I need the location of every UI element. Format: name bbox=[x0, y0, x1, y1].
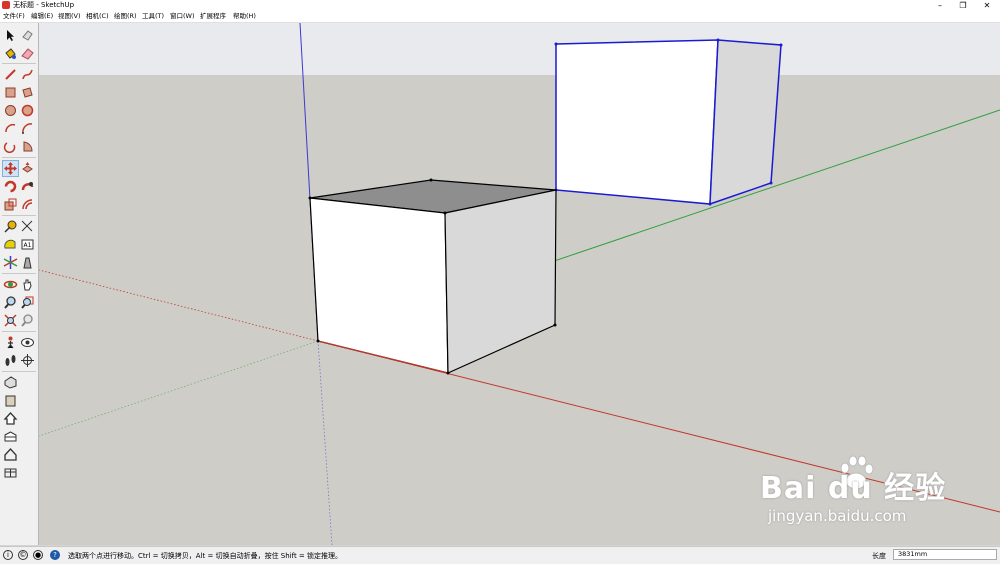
house-icon[interactable] bbox=[3, 411, 18, 426]
freehand-icon[interactable] bbox=[20, 67, 35, 82]
scale-icon[interactable] bbox=[3, 197, 18, 212]
rubber-icon[interactable] bbox=[20, 46, 35, 61]
arc-icon[interactable] bbox=[3, 121, 18, 136]
close-button[interactable]: ✕ bbox=[976, 0, 998, 11]
walk-icon[interactable] bbox=[3, 353, 18, 368]
pan-icon[interactable] bbox=[20, 277, 35, 292]
help-icon[interactable]: ? bbox=[50, 550, 60, 560]
tape-measure-icon[interactable] bbox=[3, 219, 18, 234]
axes-icon[interactable] bbox=[3, 255, 18, 270]
minimize-button[interactable]: – bbox=[929, 0, 951, 11]
menu-tools[interactable]: 工具(T) bbox=[142, 12, 164, 21]
text-icon[interactable]: A1 bbox=[20, 237, 35, 252]
zoom-window-icon[interactable] bbox=[20, 295, 35, 310]
follow-me-icon[interactable] bbox=[20, 179, 35, 194]
selected-box[interactable] bbox=[554, 38, 783, 206]
rotate-icon[interactable] bbox=[3, 179, 18, 194]
watermark-url: jingyan.baidu.com bbox=[768, 507, 907, 525]
window-title: 无标题 - SketchUp bbox=[13, 1, 75, 9]
offset-icon[interactable] bbox=[20, 197, 35, 212]
menu-extensions[interactable]: 扩展程序 bbox=[200, 12, 226, 21]
orbit-icon[interactable] bbox=[3, 277, 18, 292]
extension-icon[interactable] bbox=[3, 393, 18, 408]
two-point-arc-icon[interactable] bbox=[20, 121, 35, 136]
zoom-extents-icon[interactable] bbox=[3, 313, 18, 328]
measurement-input[interactable]: 3831mm bbox=[893, 549, 997, 560]
house-outline-icon[interactable] bbox=[3, 447, 18, 462]
share-model-icon[interactable] bbox=[3, 429, 18, 444]
look-around-icon[interactable] bbox=[20, 335, 35, 350]
section-plane-icon[interactable] bbox=[20, 353, 35, 368]
measurement-value: 3831mm bbox=[898, 550, 928, 558]
rotated-rectangle-icon[interactable] bbox=[20, 85, 35, 100]
select-icon[interactable] bbox=[3, 28, 18, 43]
rectangle-icon[interactable] bbox=[3, 85, 18, 100]
watermark-brand: Bai du 经验 bbox=[760, 471, 947, 506]
previous-view-icon[interactable] bbox=[20, 313, 35, 328]
menu-window[interactable]: 窗口(W) bbox=[170, 12, 195, 21]
menu-file[interactable]: 文件(F) bbox=[3, 12, 25, 21]
status-bar: i © ● ? 选取两个点进行移动。Ctrl = 切换拷贝，Alt = 切换自动… bbox=[0, 546, 1000, 564]
measurement-label: 长度 bbox=[872, 552, 886, 560]
menu-view[interactable]: 视图(V) bbox=[58, 12, 81, 21]
position-camera-icon[interactable] bbox=[3, 335, 18, 350]
restore-button[interactable]: ❐ bbox=[952, 0, 974, 11]
zoom-icon[interactable] bbox=[3, 295, 18, 310]
polygon-icon[interactable] bbox=[20, 103, 35, 118]
sketchup-app-icon bbox=[2, 1, 10, 9]
eraser-icon[interactable] bbox=[20, 28, 35, 43]
menu-camera[interactable]: 相机(C) bbox=[86, 12, 109, 21]
credit-icon[interactable]: © bbox=[18, 550, 28, 560]
sky bbox=[39, 23, 1000, 75]
svg-text:A1: A1 bbox=[24, 242, 32, 249]
line-icon[interactable] bbox=[3, 67, 18, 82]
menu-edit[interactable]: 编辑(E) bbox=[31, 12, 53, 21]
info-icon[interactable]: i bbox=[3, 550, 13, 560]
left-toolbar: A1 bbox=[0, 23, 39, 545]
baidu-jingyan-watermark: Bai du 经验 jingyan.baidu.com bbox=[760, 455, 960, 535]
warehouse-icon[interactable] bbox=[3, 375, 18, 390]
title-bar: 无标题 - SketchUp – ❐ ✕ bbox=[0, 0, 1000, 11]
three-point-arc-icon[interactable] bbox=[3, 139, 18, 154]
dimension-icon[interactable] bbox=[20, 219, 35, 234]
circle-icon[interactable] bbox=[3, 103, 18, 118]
status-hint: 选取两个点进行移动。Ctrl = 切换拷贝，Alt = 切换自动折叠，按住 Sh… bbox=[68, 552, 343, 560]
move-icon[interactable] bbox=[2, 160, 19, 177]
protractor-icon[interactable] bbox=[3, 237, 18, 252]
menu-bar: 文件(F) 编辑(E) 视图(V) 相机(C) 绘图(R) 工具(T) 窗口(W… bbox=[0, 11, 1000, 23]
3d-text-icon[interactable] bbox=[20, 255, 35, 270]
menu-help[interactable]: 帮助(H) bbox=[233, 12, 256, 21]
user-icon[interactable]: ● bbox=[33, 550, 43, 560]
pie-icon[interactable] bbox=[20, 139, 35, 154]
menu-draw[interactable]: 绘图(R) bbox=[114, 12, 137, 21]
components-icon[interactable] bbox=[3, 465, 18, 480]
push-pull-icon[interactable] bbox=[20, 161, 35, 176]
paint-bucket-icon[interactable] bbox=[3, 46, 18, 61]
